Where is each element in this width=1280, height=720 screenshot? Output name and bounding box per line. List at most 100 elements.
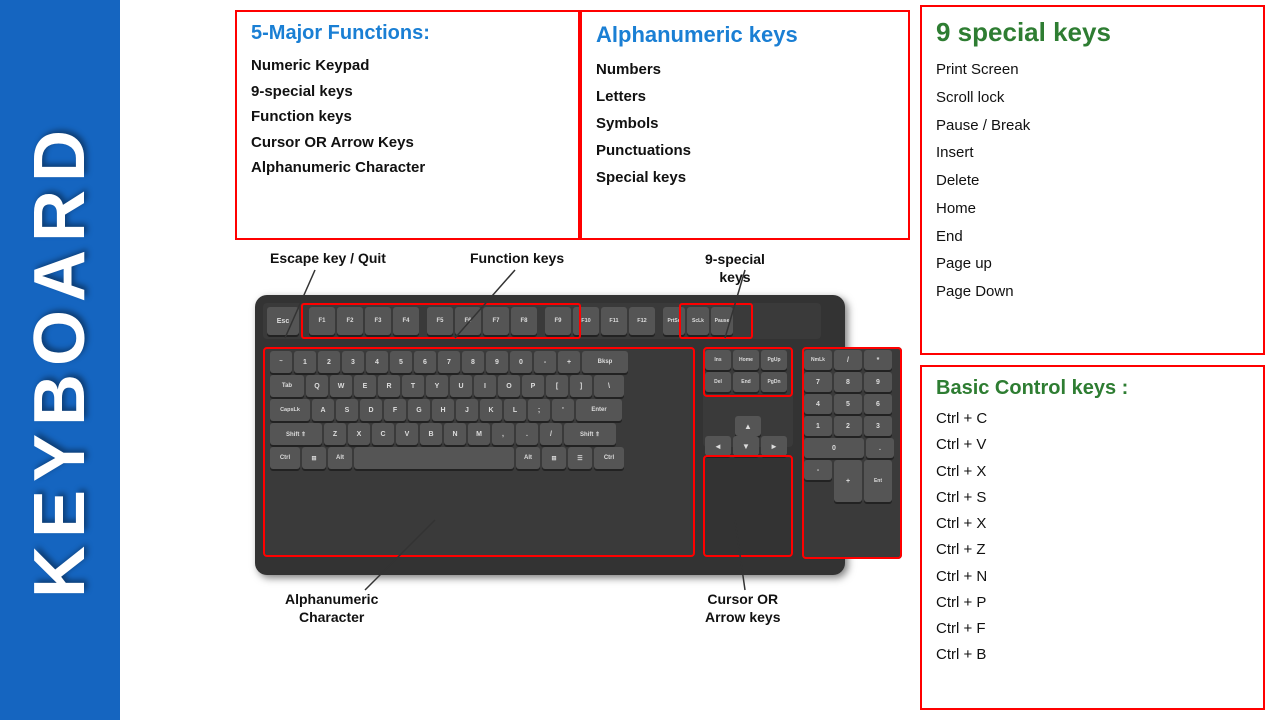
- d-key: D: [360, 399, 382, 421]
- special-keys-list: Print ScreenScroll lockPause / BreakInse…: [936, 56, 1249, 306]
- np-enter-key: Ent: [864, 460, 892, 502]
- 1-key: 1: [294, 351, 316, 373]
- pause-key: Pause: [711, 307, 733, 335]
- alphanumeric-title: Alphanumeric keys: [596, 22, 894, 48]
- np1-key: 1: [804, 416, 832, 436]
- list-item: Ctrl + B: [936, 642, 1249, 668]
- w-key: W: [330, 375, 352, 397]
- backslash-key: \: [594, 375, 624, 397]
- list-item: Letters: [596, 83, 894, 110]
- lbracket-key: [: [546, 375, 568, 397]
- slash-key: /: [540, 423, 562, 445]
- quote-key: ': [552, 399, 574, 421]
- npdot-key: .: [866, 438, 894, 458]
- np5-key: 5: [834, 394, 862, 414]
- list-item: Scroll lock: [936, 84, 1249, 112]
- rctrl-key: Ctrl: [594, 447, 624, 469]
- list-item: Numeric Keypad: [251, 53, 564, 79]
- 5-key: 5: [390, 351, 412, 373]
- 6-key: 6: [414, 351, 436, 373]
- f4-key: F4: [393, 307, 419, 335]
- control-keys-title: Basic Control keys :: [936, 377, 1249, 400]
- list-item: Numbers: [596, 56, 894, 83]
- u-key: U: [450, 375, 472, 397]
- special-inner: Ins Home PgUp Del End PgDn ▲ ◄ ▼: [703, 347, 793, 447]
- list-item: Punctuations: [596, 137, 894, 164]
- major-functions-box: 5-Major Functions: Numeric Keypad9-speci…: [235, 10, 580, 240]
- list-item: Alphanumeric Character: [251, 155, 564, 181]
- q-key: Q: [306, 375, 328, 397]
- list-item: Insert: [936, 139, 1249, 167]
- np6-key: 6: [864, 394, 892, 414]
- np9-key: 9: [864, 372, 892, 392]
- numeric-keypad-body: NmLk / * 7 8 9 4 5 6 1: [802, 347, 902, 559]
- np8-key: 8: [834, 372, 862, 392]
- alphanumeric-list: NumbersLettersSymbolsPunctuationsSpecial…: [596, 56, 894, 191]
- np-minus-key: -: [804, 460, 832, 480]
- f1-key: F1: [309, 307, 335, 335]
- x-key: X: [348, 423, 370, 445]
- list-item: Ctrl + Z: [936, 537, 1249, 563]
- f9-key: F9: [545, 307, 571, 335]
- 4-key: 4: [366, 351, 388, 373]
- space-key: [354, 447, 514, 469]
- 7-key: 7: [438, 351, 460, 373]
- lctrl-key: Ctrl: [270, 447, 300, 469]
- f12-key: F12: [629, 307, 655, 335]
- sidebar-title: KEYBOARD: [19, 122, 101, 598]
- rwin-key: ⊞: [542, 447, 566, 469]
- special-keys-box: 9 special keys Print ScreenScroll lockPa…: [920, 5, 1265, 355]
- k-key: K: [480, 399, 502, 421]
- f10-key: F10: [573, 307, 599, 335]
- pgup-key: PgUp: [761, 350, 787, 370]
- escape-key-label: Escape key / Quit: [270, 250, 386, 266]
- np2-key: 2: [834, 416, 862, 436]
- f-key: F: [384, 399, 406, 421]
- list-item: Symbols: [596, 110, 894, 137]
- f11-key: F11: [601, 307, 627, 335]
- control-keys-list: Ctrl + CCtrl + VCtrl + XCtrl + SCtrl + X…: [936, 406, 1249, 669]
- cursor-arrow-label: Cursor ORArrow keys: [705, 590, 780, 626]
- list-item: Delete: [936, 167, 1249, 195]
- semicolon-key: ;: [528, 399, 550, 421]
- enter-key: Enter: [576, 399, 622, 421]
- keyboard-area: Escape key / Quit Function keys 9-specia…: [235, 250, 915, 690]
- list-item: Page up: [936, 250, 1249, 278]
- np7-key: 7: [804, 372, 832, 392]
- f7-key: F7: [483, 307, 509, 335]
- r-key: R: [378, 375, 400, 397]
- np-plus-key: +: [834, 460, 862, 502]
- i-key: I: [474, 375, 496, 397]
- menu-key: ☰: [568, 447, 592, 469]
- main-content: 5-Major Functions: Numeric Keypad9-speci…: [120, 0, 1280, 720]
- z-key: Z: [324, 423, 346, 445]
- list-item: 9-special keys: [251, 79, 564, 105]
- lshift-key: Shift ⇑: [270, 423, 322, 445]
- c-key: C: [372, 423, 394, 445]
- h-key: H: [432, 399, 454, 421]
- tilde-key: ~: [270, 351, 292, 373]
- keyboard-graphic: Esc F1 F2 F3 F4 F5 F6 F7 F8 F9 F10 F11 F…: [255, 295, 845, 575]
- f6-key: F6: [455, 307, 481, 335]
- comma-key: ,: [492, 423, 514, 445]
- special-keys-title: 9 special keys: [936, 17, 1249, 48]
- list-item: Ctrl + F: [936, 616, 1249, 642]
- f8-key: F8: [511, 307, 537, 335]
- list-item: Ctrl + N: [936, 564, 1249, 590]
- scrlk-key: ScLk: [687, 307, 709, 335]
- down-key: ▼: [733, 436, 759, 456]
- end-key: End: [733, 372, 759, 392]
- list-item: Page Down: [936, 278, 1249, 306]
- alphanumeric-char-label: AlphanumericCharacter: [285, 590, 378, 626]
- list-item: Ctrl + P: [936, 590, 1249, 616]
- g-key: G: [408, 399, 430, 421]
- a-key: A: [312, 399, 334, 421]
- numlock-key: NmLk: [804, 350, 832, 370]
- control-keys-box: Basic Control keys : Ctrl + CCtrl + VCtr…: [920, 365, 1265, 710]
- prtsc-key: PrtSc: [663, 307, 685, 335]
- lwin-key: ⊞: [302, 447, 326, 469]
- j-key: J: [456, 399, 478, 421]
- esc-key: Esc: [267, 307, 299, 335]
- b-key: B: [420, 423, 442, 445]
- del-key: Del: [705, 372, 731, 392]
